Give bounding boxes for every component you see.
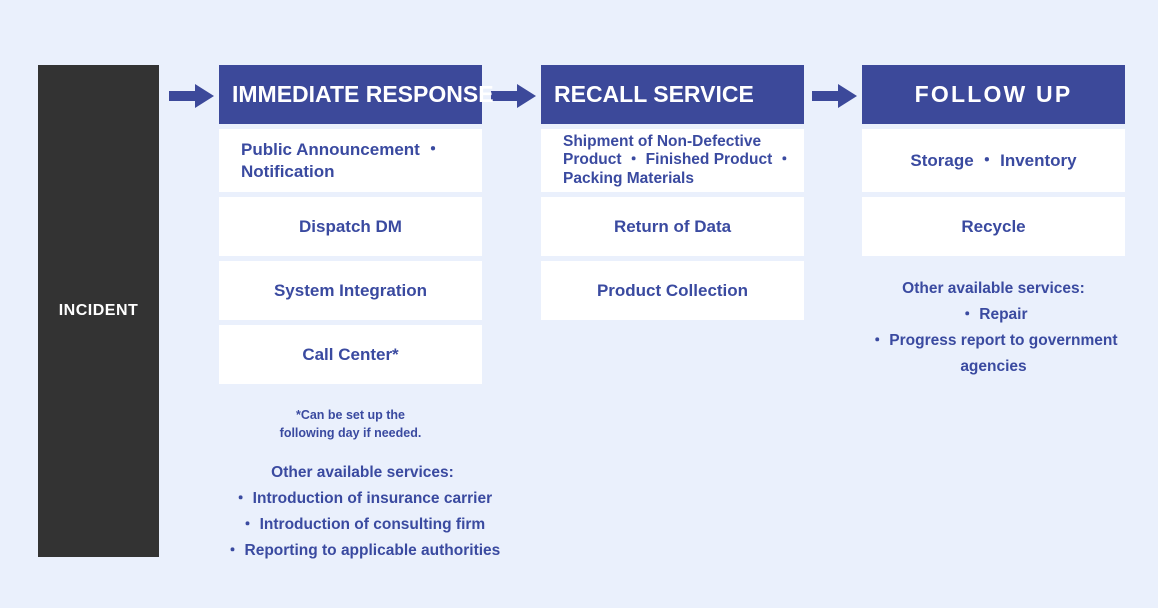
column-immediate-response: IMMEDIATE RESPONSE Public Announcement ・… <box>219 65 494 384</box>
note-line: ・ Introduction of consulting firm <box>239 515 486 533</box>
note-line: ・ Progress report to government agencies <box>869 331 1118 375</box>
service-box-label: Recycle <box>961 216 1026 236</box>
arrow-incident-to-immediate <box>169 81 215 111</box>
arrow-recall-to-followup <box>812 81 858 111</box>
footnote-call-center: *Can be set up the following day if neede… <box>219 406 482 442</box>
note-line: ・ Reporting to applicable authorities <box>224 541 501 559</box>
column-header-recall-service: RECALL SERVICE <box>541 65 804 124</box>
column-recall-service: RECALL SERVICE Shipment of Non-Defective… <box>541 65 804 320</box>
column-header-immediate-response: IMMEDIATE RESPONSE <box>219 65 494 124</box>
column-header-label: RECALL SERVICE <box>554 81 754 108</box>
note-line: ・ Repair <box>959 305 1028 323</box>
arrow-immediate-to-recall <box>491 81 537 111</box>
service-box[interactable]: Product Collection <box>541 261 804 320</box>
note-line: Other available services: <box>902 280 1085 297</box>
service-box[interactable]: Return of Data <box>541 197 804 256</box>
service-box[interactable]: Public Announcement ・ Notification <box>219 129 482 192</box>
column-header-label: FOLLOW UP <box>914 81 1073 108</box>
service-box[interactable]: Recycle <box>862 197 1125 256</box>
service-box[interactable]: Storage ・ Inventory <box>862 129 1125 192</box>
service-box-label: Public Announcement ・ Notification <box>241 140 442 181</box>
note-line: following day if needed. <box>279 426 422 441</box>
other-services-follow-up: Other available services: ・ Repair ・ Progr… <box>862 276 1125 380</box>
service-box[interactable]: Shipment of Non-Defective Product ・ Finis… <box>541 129 804 192</box>
service-box[interactable]: Dispatch DM <box>219 197 482 256</box>
note-line: ・ Introduction of insurance carrier <box>232 489 493 507</box>
column-header-label: IMMEDIATE RESPONSE <box>232 81 494 108</box>
note-line: Other available services: <box>271 464 454 481</box>
service-box[interactable]: System Integration <box>219 261 482 320</box>
service-box[interactable]: Call Center* <box>219 325 482 384</box>
service-box-label: System Integration <box>273 280 428 300</box>
other-services-immediate-response: Other available services: ・ Introduction … <box>200 460 525 564</box>
service-box-label: Call Center* <box>302 344 399 364</box>
column-follow-up: FOLLOW UP Storage ・ Inventory Recycle <box>862 65 1125 256</box>
column-header-follow-up: FOLLOW UP <box>862 65 1125 124</box>
service-box-label: Shipment of Non-Defective Product ・ Finis… <box>563 132 793 187</box>
service-box-label: Dispatch DM <box>299 216 402 236</box>
incident-label: INCIDENT <box>58 302 139 319</box>
service-box-label: Return of Data <box>613 216 732 236</box>
incident-block: INCIDENT <box>38 65 159 557</box>
diagram-canvas: INCIDENT IMMEDIATE RESPONSE Public Annou… <box>0 0 1158 608</box>
service-box-label: Product Collection <box>596 280 749 300</box>
note-line: *Can be set up the <box>295 408 406 422</box>
service-box-label: Storage ・ Inventory <box>910 150 1077 170</box>
